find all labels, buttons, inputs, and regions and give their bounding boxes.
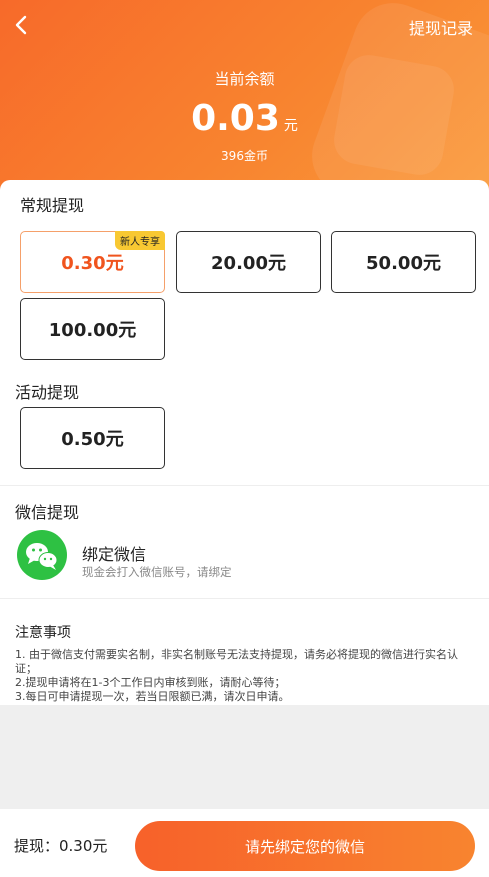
note-item: 2.提现申请将在1-3个工作日内审核到账，请耐心等待； [15,676,286,689]
bind-wechat-button[interactable]: 请先绑定您的微信 [135,821,475,871]
amount-option-0-30[interactable]: 0.30元 新人专享 [20,231,165,293]
bind-wechat-subtitle: 现金会打入微信账号，请绑定 [82,565,232,579]
bottom-bar: 提现：0.30元 请先绑定您的微信 [0,809,489,877]
back-arrow-icon[interactable] [8,10,38,40]
balance-unit: 元 [283,118,298,134]
withdraw-record-link[interactable]: 提现记录 [409,15,473,39]
bind-wechat-title[interactable]: 绑定微信 [82,541,146,565]
option-label: 100.00元 [48,320,137,341]
wechat-icon[interactable] [17,530,67,580]
activity-option-0-50[interactable]: 0.50元 [20,407,165,469]
option-label: 0.50元 [61,429,124,450]
regular-withdraw-title: 常规提现 [20,196,85,215]
amount-option-50[interactable]: 50.00元 [331,231,476,293]
wechat-withdraw-title: 微信提现 [15,503,80,522]
notes-list: 1. 由于微信支付需要实名制，非实名制账号无法支持提现，请务必将提现的微信进行实… [15,648,477,704]
divider [0,485,489,486]
notes-title: 注意事项 [15,625,71,641]
activity-withdraw-title: 活动提现 [15,383,80,402]
option-label: 50.00元 [366,253,441,274]
option-label: 0.30元 [61,253,124,274]
new-user-badge: 新人专享 [115,231,165,250]
balance-row: 0.03 元 [0,98,489,139]
amount-option-20[interactable]: 20.00元 [176,231,321,293]
balance-label: 当前余额 [214,70,275,88]
withdraw-amount-label: 提现：0.30元 [14,837,108,855]
option-label: 20.00元 [211,253,286,274]
note-item: 3.每日可申请提现一次，若当日限额已满，请次日申请。 [15,690,290,703]
coin-count: 396金币 [221,149,268,163]
amount-option-100[interactable]: 100.00元 [20,298,165,360]
divider [0,598,489,599]
note-item: 1. 由于微信支付需要实名制，非实名制账号无法支持提现，请务必将提现的微信进行实… [15,648,458,675]
header-banner: 提现记录 当前余额 0.03 元 396金币 [0,0,489,200]
balance-amount: 0.03 [191,98,280,139]
